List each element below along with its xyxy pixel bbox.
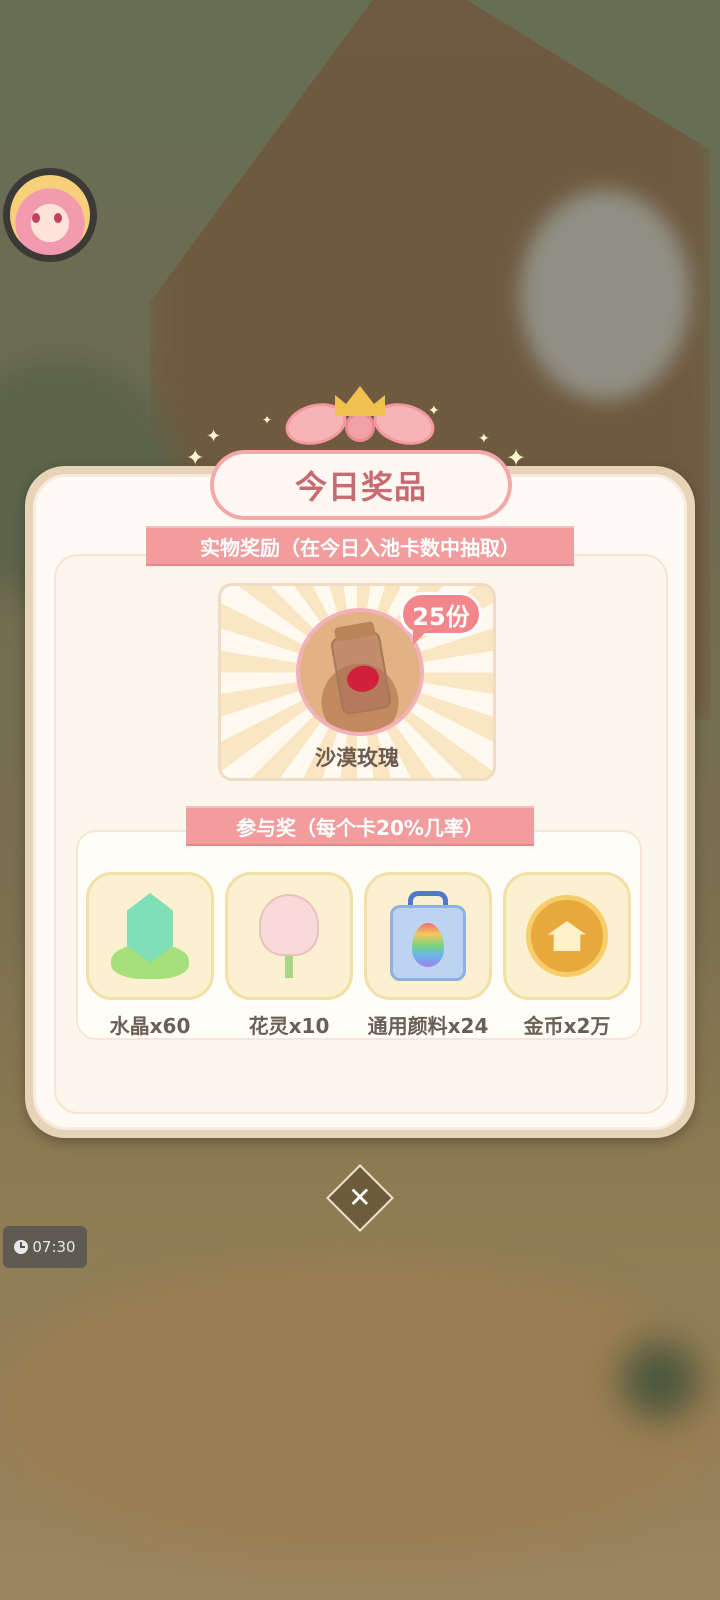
item-label: 花灵x10 — [248, 1014, 330, 1038]
modal-title: 今日奖品 — [214, 454, 508, 516]
item-tile — [225, 872, 353, 1000]
participation-item-flower-spirit[interactable]: 花灵x10 — [225, 872, 353, 1039]
participation-item-pigment[interactable]: 通用颜料x24 — [364, 872, 492, 1039]
gold-coin-icon — [526, 895, 608, 977]
crystal-icon — [111, 893, 189, 979]
prize-count-badge: 25份 — [400, 592, 482, 636]
close-icon: ✕ — [348, 1181, 372, 1214]
sparkle-icon: ✦ — [186, 446, 205, 471]
physical-prize-name: 沙漠玫瑰 — [315, 746, 399, 770]
pigment-jar-icon — [390, 891, 466, 981]
item-label: 金币x2万 — [523, 1014, 611, 1038]
timer-text: 07:30 — [32, 1238, 76, 1256]
physical-prize-ribbon: 实物奖励（在今日入池卡数中抽取） — [146, 526, 574, 566]
clock-icon — [14, 1240, 29, 1254]
sparkle-icon: ✦ — [478, 431, 490, 447]
sparkle-icon: ✦ — [206, 426, 222, 447]
participation-prize-ribbon: 参与奖（每个卡20%几率） — [186, 806, 534, 846]
flower-spirit-icon — [249, 894, 329, 978]
sparkle-icon: ✦ — [506, 444, 527, 472]
item-label: 通用颜料x24 — [367, 1014, 489, 1038]
timer-chip: 07:30 — [3, 1226, 87, 1268]
item-tile — [364, 872, 492, 1000]
participation-item-crystal[interactable]: 水晶x60 — [86, 872, 214, 1039]
player-avatar[interactable] — [3, 168, 97, 262]
item-label: 水晶x60 — [109, 1014, 191, 1038]
participation-item-gold-coin[interactable]: 金币x2万 — [503, 872, 631, 1039]
title-badge: 今日奖品 — [210, 450, 512, 520]
item-tile — [86, 872, 214, 1000]
sparkle-icon: ✦ — [262, 413, 273, 427]
avatar-portrait-icon — [10, 175, 90, 255]
sparkle-icon: ✦ — [428, 403, 440, 419]
item-tile — [503, 872, 631, 1000]
